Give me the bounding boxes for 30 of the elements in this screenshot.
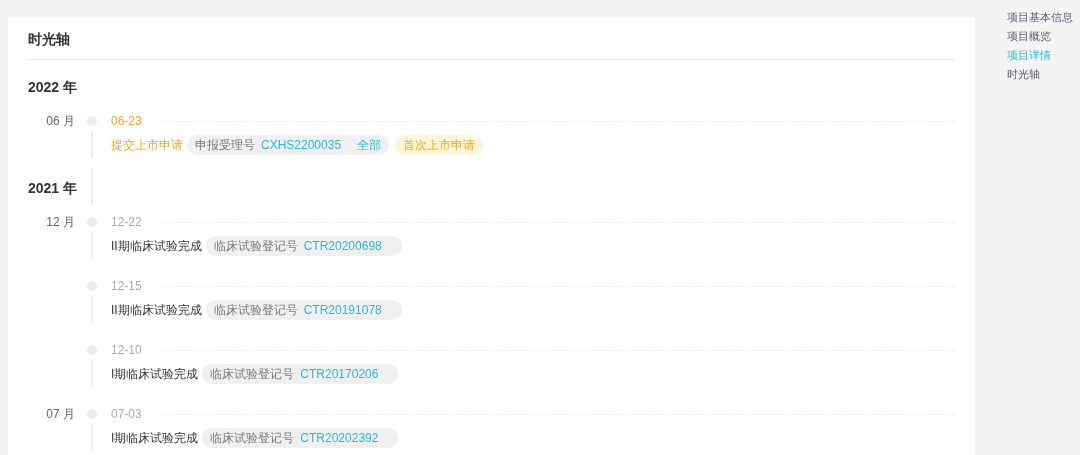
date-label: 07-03 <box>111 407 142 421</box>
tag-label: 临床试验登记号 <box>213 301 298 319</box>
event-title: 提交上市申请 <box>111 136 183 154</box>
tag-value: CTR20191078 <box>303 303 382 317</box>
year-heading: 2021 年 <box>28 179 78 198</box>
status-badge: 首次上市申请 <box>395 135 484 155</box>
tag-label: 临床试验登记号 <box>210 429 295 447</box>
month-label: 12 月 <box>45 214 76 231</box>
nav-link[interactable]: 项目基本信息 <box>1007 8 1073 27</box>
event-title: I期临床试验完成 <box>111 429 199 447</box>
nav-link[interactable]: 项目概览 <box>1007 27 1073 46</box>
tag-value: CTR20170206 <box>300 367 379 381</box>
event-title: I期临床试验完成 <box>111 365 199 383</box>
year-heading: 2022 年 <box>28 78 78 97</box>
date-label: 12-15 <box>111 279 142 293</box>
date-label: 06-23 <box>111 114 142 128</box>
tag-label: 临床试验登记号 <box>210 365 295 383</box>
tag-label: 申报受理号 <box>195 136 255 154</box>
event-title: II期临床试验完成 <box>111 301 202 319</box>
tag-value: CTR20202392 <box>300 431 379 445</box>
event-title: II期临床试验完成 <box>111 237 202 255</box>
month-label: 07 月 <box>45 406 76 423</box>
month-label: 06 月 <box>45 113 76 130</box>
tag-value: CTR20200698 <box>303 239 382 253</box>
date-label: 12-22 <box>111 215 142 229</box>
nav-link[interactable]: 时光轴 <box>1007 65 1073 84</box>
tag-label: 临床试验登记号 <box>213 237 298 255</box>
card-title: 时光轴 <box>28 30 70 49</box>
tag-value: CXHS2200035 <box>261 138 342 152</box>
date-label: 12-10 <box>111 343 142 357</box>
